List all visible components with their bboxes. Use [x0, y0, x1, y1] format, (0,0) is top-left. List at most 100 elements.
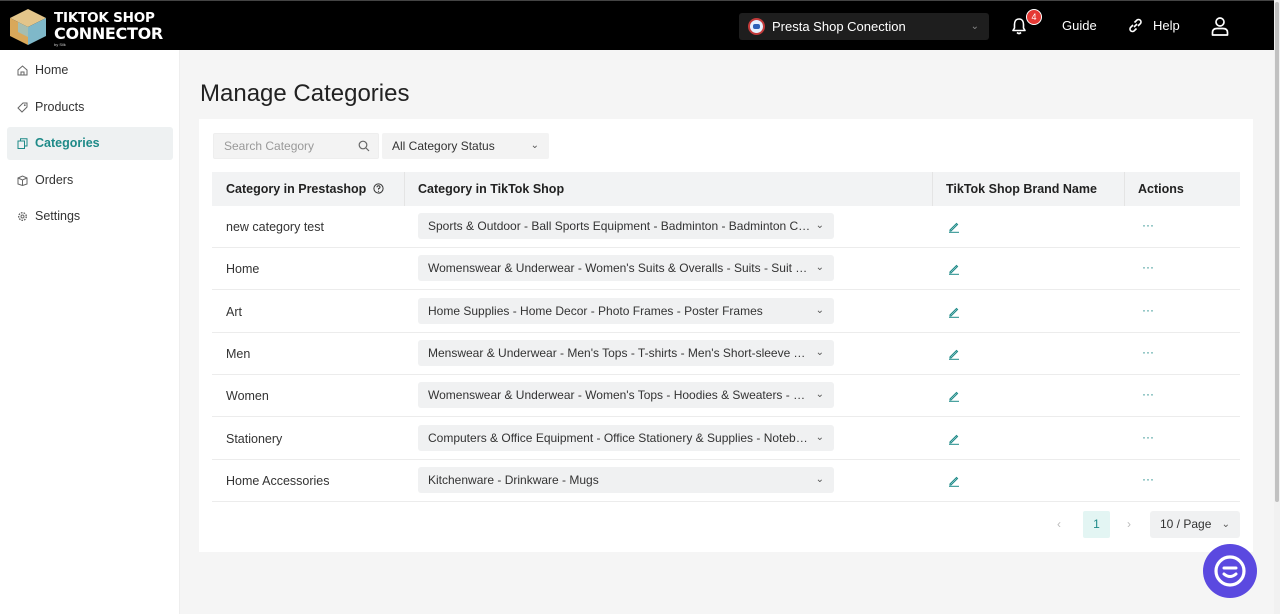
- sidebar-item-label: Settings: [35, 209, 81, 223]
- category-status-value: All Category Status: [392, 139, 495, 153]
- more-actions-icon[interactable]: ···: [1142, 260, 1154, 274]
- gear-icon: [18, 212, 27, 221]
- tiktok-shop-connector-logo[interactable]: TIKTOK SHOP CONNECTOR by Silk: [6, 7, 163, 47]
- search-box[interactable]: [213, 133, 379, 159]
- logo-wordmark: TIKTOK SHOP CONNECTOR: [54, 11, 163, 43]
- more-actions-icon[interactable]: ···: [1142, 218, 1154, 232]
- tiktok-category-select[interactable]: Menswear & Underwear - Men's Tops - T-sh…: [418, 339, 834, 366]
- tiktok-category-select[interactable]: Home Supplies - Home Decor - Photo Frame…: [418, 297, 834, 324]
- prestashop-category-name: Stationery: [226, 431, 283, 446]
- chevron-down-icon: ⌄: [815, 473, 824, 485]
- guide-link[interactable]: Guide: [1062, 18, 1097, 33]
- cube-logo-icon: [10, 9, 46, 45]
- edit-icon[interactable]: [948, 475, 960, 487]
- page-title: Manage Categories: [200, 80, 410, 107]
- search-input[interactable]: [214, 134, 354, 158]
- more-actions-icon[interactable]: ···: [1142, 430, 1154, 444]
- chat-icon: [1214, 555, 1246, 587]
- sidebar-item-categories[interactable]: Categories: [7, 127, 173, 160]
- page-size-select[interactable]: 10 / Page ⌄: [1150, 511, 1240, 538]
- prestashop-category-name: Art: [226, 304, 242, 319]
- prestashop-category-name: Home Accessories: [226, 473, 330, 488]
- column-divider: [404, 172, 405, 206]
- chevron-down-icon: ⌄: [815, 304, 824, 316]
- tiktok-category-value: Kitchenware - Drinkware - Mugs: [428, 472, 599, 487]
- tiktok-category-select[interactable]: Computers & Office Equipment - Office St…: [418, 424, 834, 451]
- chevron-down-icon: ⌄: [815, 346, 824, 358]
- categories-card: All Category Status ⌄ Category in Presta…: [199, 119, 1253, 552]
- home-icon: [17, 65, 28, 76]
- edit-icon[interactable]: [948, 348, 960, 360]
- sidebar-item-label: Categories: [35, 136, 100, 150]
- logo-by-text: by Silk: [54, 42, 66, 47]
- shop-connection-select[interactable]: Presta Shop Conection ⌄: [739, 13, 989, 40]
- edit-icon[interactable]: [948, 390, 960, 402]
- tiktok-category-select[interactable]: Kitchenware - Drinkware - Mugs ⌄: [418, 466, 834, 493]
- help-link[interactable]: Help: [1153, 18, 1180, 33]
- user-icon[interactable]: [1211, 16, 1229, 36]
- chevron-down-icon: ⌄: [815, 262, 824, 274]
- scrollbar-thumb[interactable]: [1275, 2, 1279, 502]
- pagination-page-1[interactable]: 1: [1083, 511, 1110, 538]
- more-actions-icon[interactable]: ···: [1142, 345, 1154, 359]
- pagination-next-button[interactable]: ›: [1127, 511, 1131, 538]
- chevron-down-icon: ⌄: [815, 431, 824, 443]
- chevron-down-icon: ⌄: [815, 220, 824, 231]
- category-status-select[interactable]: All Category Status ⌄: [382, 133, 549, 159]
- shop-connection-label: Presta Shop Conection: [772, 19, 906, 34]
- copy-icon: [17, 138, 28, 149]
- help-circle-icon[interactable]: [373, 183, 384, 194]
- prestashop-category-name: new category test: [226, 220, 324, 234]
- edit-icon[interactable]: [948, 433, 960, 445]
- prestashop-category-name: Women: [226, 389, 269, 404]
- top-bar: TIKTOK SHOP CONNECTOR by Silk Presta Sho…: [0, 0, 1274, 50]
- edit-icon[interactable]: [948, 221, 960, 233]
- table-row: Women Womenswear & Underwear - Women's To…: [212, 375, 1240, 418]
- bell-icon[interactable]: [1010, 17, 1028, 35]
- sidebar-item-products[interactable]: Products: [7, 91, 173, 124]
- pagination-prev-button[interactable]: ‹: [1057, 511, 1061, 538]
- tiktok-category-value: Home Supplies - Home Decor - Photo Frame…: [428, 303, 763, 318]
- sidebar-item-label: Home: [35, 63, 69, 77]
- edit-icon[interactable]: [948, 263, 960, 276]
- chat-button[interactable]: [1203, 544, 1257, 598]
- page-scrollbar[interactable]: [1274, 0, 1280, 614]
- sidebar-item-orders[interactable]: Orders: [7, 164, 173, 197]
- table-row: new category test Sports & Outdoor - Ball…: [212, 206, 1240, 248]
- link-icon: [1129, 18, 1142, 33]
- page-size-value: 10 / Page: [1160, 517, 1212, 531]
- logo-line-2: CONNECTOR: [54, 24, 163, 43]
- table-row: Home Accessories Kitchenware - Drinkware …: [212, 460, 1240, 502]
- column-divider: [932, 172, 933, 206]
- tag-icon: [17, 102, 28, 113]
- table-header: Category in Prestashop Category in TikTo…: [212, 172, 1240, 206]
- more-actions-icon[interactable]: ···: [1142, 387, 1154, 401]
- tiktok-category-select[interactable]: Womenswear & Underwear - Women's Suits &…: [418, 255, 834, 282]
- table-row: Men Menswear & Underwear - Men's Tops - T…: [212, 333, 1240, 375]
- search-icon[interactable]: [358, 140, 370, 152]
- chevron-down-icon: ⌄: [1221, 519, 1230, 530]
- column-header-tiktok: Category in TikTok Shop: [418, 182, 565, 196]
- tiktok-category-value: Menswear & Underwear - Men's Tops - T-sh…: [428, 345, 821, 360]
- column-header-label: Category in Prestashop: [226, 182, 367, 196]
- prestashop-category-name: Home: [226, 262, 260, 277]
- more-actions-icon[interactable]: ···: [1142, 472, 1154, 486]
- sidebar-item-label: Orders: [35, 173, 74, 187]
- chevron-down-icon: ⌄: [970, 21, 979, 32]
- sidebar-item-label: Products: [35, 100, 85, 114]
- table-row: Stationery Computers & Office Equipment -…: [212, 418, 1240, 460]
- column-divider: [1124, 172, 1125, 206]
- box-icon: [17, 175, 28, 186]
- more-actions-icon[interactable]: ···: [1142, 303, 1154, 317]
- sidebar-item-settings[interactable]: Settings: [7, 200, 173, 233]
- table-row: Home Womenswear & Underwear - Women's Sui…: [212, 248, 1240, 291]
- sidebar-item-home[interactable]: Home: [7, 54, 173, 87]
- tiktok-category-select[interactable]: Womenswear & Underwear - Women's Tops - …: [418, 382, 834, 409]
- column-header-actions: Actions: [1138, 182, 1184, 196]
- tiktok-category-select[interactable]: Sports & Outdoor - Ball Sports Equipment…: [418, 213, 834, 239]
- sidebar: Home Products Categories Orders Settings: [0, 50, 180, 614]
- edit-icon[interactable]: [948, 306, 960, 318]
- tiktok-category-value: Womenswear & Underwear - Women's Tops - …: [428, 388, 821, 403]
- tiktok-category-value: Womenswear & Underwear - Women's Suits &…: [428, 261, 827, 276]
- tiktok-category-value: Sports & Outdoor - Ball Sports Equipment…: [428, 219, 815, 233]
